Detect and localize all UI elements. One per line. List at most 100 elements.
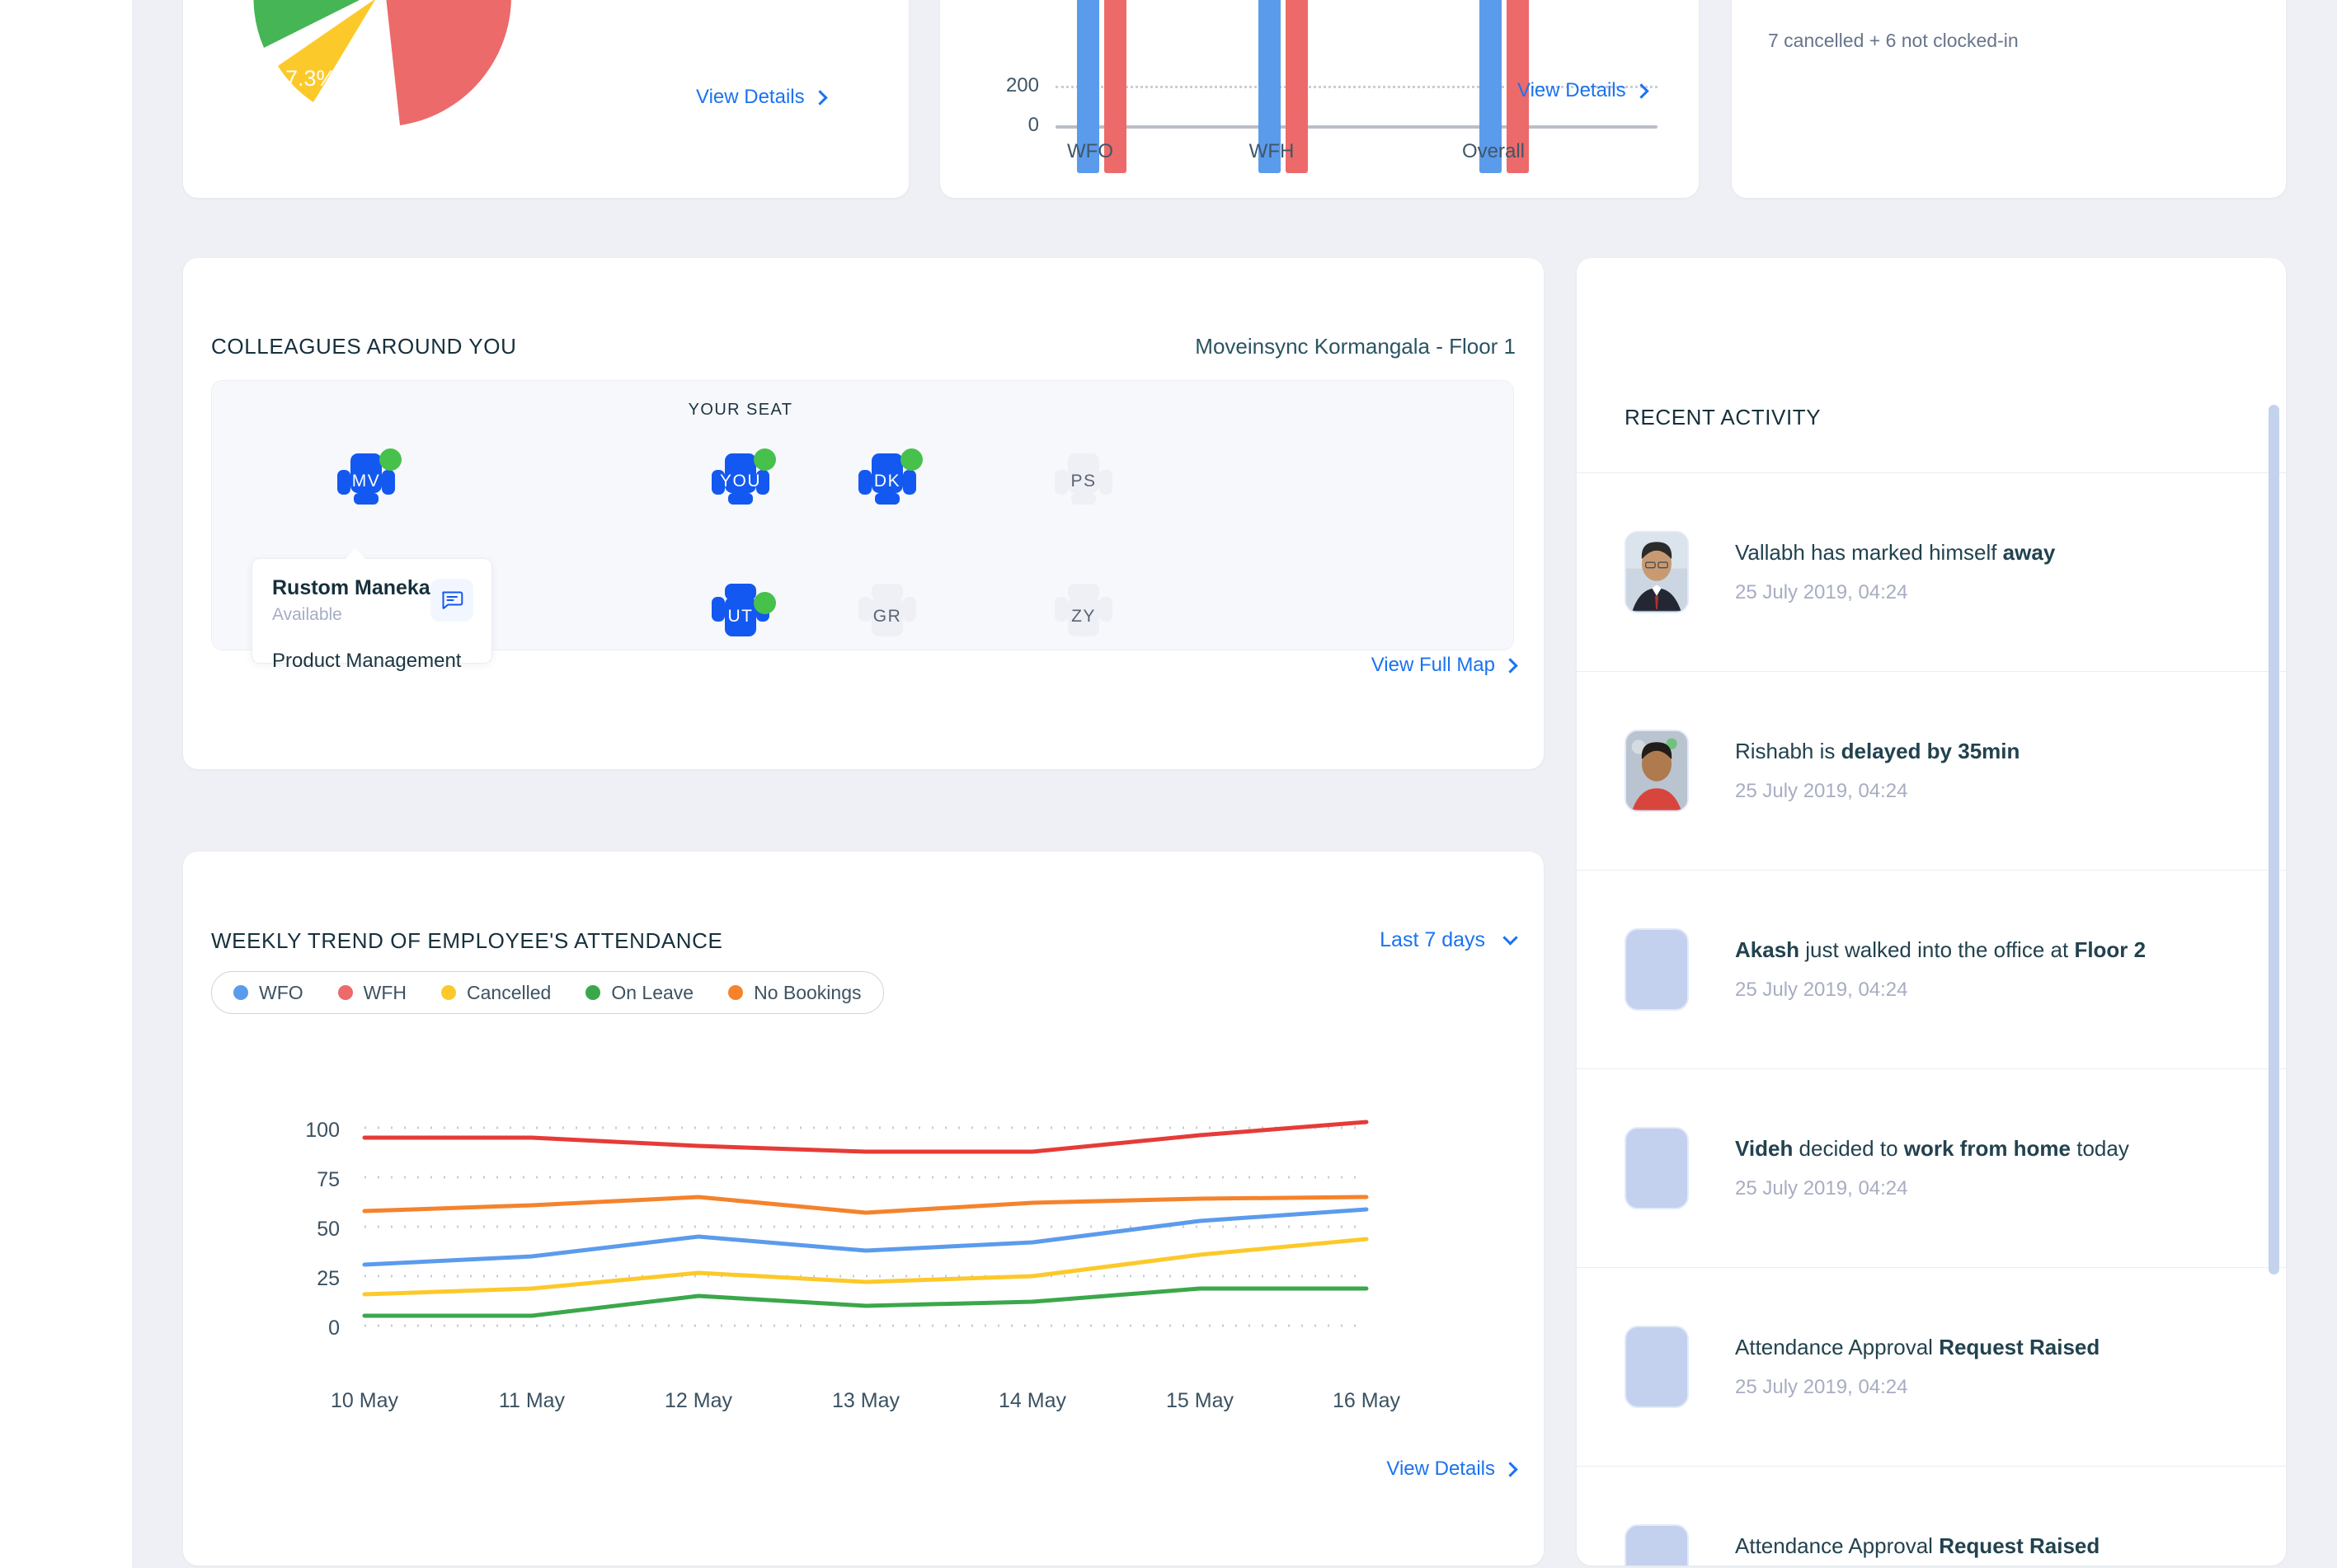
activity-text-part: today	[2071, 1136, 2129, 1161]
attendance-view-details-link[interactable]: View Details	[696, 86, 825, 109]
your-seat-label: YOUR SEAT	[658, 401, 823, 420]
activity-item[interactable]: Rishabh is delayed by 35min 25 July 2019…	[1577, 671, 2286, 870]
chevron-right-icon	[1502, 1462, 1517, 1476]
chat-bubble-icon[interactable]	[430, 579, 473, 622]
legend-item-cancelled[interactable]: Cancelled	[441, 982, 551, 1004]
line-chart-svg	[200, 1049, 1519, 1379]
activity-body: Attendance Approval Request Raised 25 Ju…	[1735, 1335, 2100, 1398]
activity-body: Videh decided to work from home today 25…	[1735, 1136, 2129, 1199]
seat-initials-zy: ZY	[1051, 607, 1116, 627]
view-full-map-label: View Full Map	[1371, 654, 1495, 677]
legend-item-no-bookings[interactable]: No Bookings	[728, 982, 861, 1004]
legend-dot-wfh	[338, 985, 353, 1000]
activity-item[interactable]: Attendance Approval Request Raised 25 Ju…	[1577, 1267, 2286, 1466]
chevron-right-icon	[1502, 658, 1517, 673]
seat-ps[interactable]: PS	[1051, 453, 1116, 514]
activity-text-bold: Request Raised	[1939, 1335, 2100, 1359]
avatar	[1625, 1127, 1689, 1209]
activity-text: Akash just walked into the office at Flo…	[1735, 937, 2146, 963]
legend-item-on-leave[interactable]: On Leave	[585, 982, 694, 1004]
line-xtick-13may: 13 May	[800, 1389, 932, 1413]
seat-initials-mv: MV	[334, 472, 398, 491]
activity-item[interactable]: Akash just walked into the office at Flo…	[1577, 870, 2286, 1068]
avatar	[1625, 730, 1689, 812]
weekly-trend-view-details-label: View Details	[1386, 1458, 1495, 1481]
activity-body: Rishabh is delayed by 35min 25 July 2019…	[1735, 739, 2020, 802]
seat-mv[interactable]: MV	[334, 453, 398, 514]
status-badge-online	[754, 448, 776, 471]
activity-text: Attendance Approval Request Raised	[1735, 1533, 2100, 1559]
activity-text-bold: Floor 2	[2074, 937, 2146, 962]
activity-item[interactable]: Attendance Approval Request Raised 25 Ju…	[1577, 1466, 2286, 1566]
seat-dk[interactable]: DK	[855, 453, 919, 514]
line-xtick-10may: 10 May	[299, 1389, 430, 1413]
seat-zy[interactable]: ZY	[1051, 584, 1116, 645]
activity-text-part: just walked into the office at	[1799, 937, 2074, 962]
weekly-trend-title: WEEKLY TREND OF EMPLOYEE'S ATTENDANCE	[211, 928, 722, 954]
seat-initials-dk: DK	[855, 472, 919, 491]
avatar	[1625, 531, 1689, 613]
seat-initials-gr: GR	[855, 607, 919, 627]
activity-text-part: decided to	[1793, 1136, 1903, 1161]
avatar	[1625, 1524, 1689, 1566]
status-badge-online	[379, 448, 402, 471]
activity-item[interactable]: Vallabh has marked himself away 25 July …	[1577, 472, 2286, 671]
pie-label-wfh: 48.5%	[432, 0, 496, 4]
attendance-pie-chart: 48.5% 7.3%	[233, 0, 529, 190]
activity-text-bold: Akash	[1735, 937, 1799, 962]
pie-svg	[233, 0, 529, 190]
seat-initials-ps: PS	[1051, 472, 1116, 491]
weekly-trend-view-details-link[interactable]: View Details	[1386, 1458, 1516, 1481]
cancelled-summary-card: 13 + 1 since last viewed 7 cancelled + 6…	[1732, 0, 2286, 198]
activity-text-bold: Request Raised	[1939, 1533, 2100, 1558]
activity-text-part: Attendance Approval	[1735, 1533, 1939, 1558]
legend-label-no-bookings: No Bookings	[599, 0, 711, 2]
legend-item-wfh[interactable]: WFH	[338, 982, 407, 1004]
activity-text: Videh decided to work from home today	[1735, 1136, 2129, 1162]
activity-body: Attendance Approval Request Raised 25 Ju…	[1735, 1533, 2100, 1566]
bar-ytick-0: 0	[973, 114, 1039, 137]
legend-label-cancelled: Cancelled	[467, 982, 551, 1004]
seat-map[interactable]: YOUR SEAT MV	[211, 380, 1514, 650]
seat-gr[interactable]: GR	[855, 584, 919, 645]
activity-text-part: Attendance Approval	[1735, 1335, 1939, 1359]
avatar	[1625, 928, 1689, 1011]
line-xtick-15may: 15 May	[1134, 1389, 1266, 1413]
chevron-down-icon	[1502, 930, 1517, 945]
booking-comparison-card: 200 0 WFO WFH Overall	[940, 0, 1699, 198]
avatar-photo-icon	[1626, 731, 1687, 810]
avatar	[1625, 1326, 1689, 1408]
bar-category-wfh: WFH	[1222, 140, 1321, 163]
line-series-cancelled	[364, 1239, 1366, 1294]
activity-timestamp: 25 July 2019, 04:24	[1735, 581, 2055, 604]
activity-text-bold: away	[2003, 540, 2056, 565]
legend-dot-on-leave	[585, 985, 600, 1000]
dashboard-page: 48.5% 7.3% On Leave No Bookings View Det…	[0, 0, 2337, 1568]
legend-item-wfo[interactable]: WFO	[233, 982, 303, 1004]
chevron-right-icon	[812, 90, 827, 105]
chevron-right-icon	[1634, 83, 1648, 98]
activity-item[interactable]: Videh decided to work from home today 25…	[1577, 1068, 2286, 1267]
content-area: 48.5% 7.3% On Leave No Bookings View Det…	[132, 0, 2337, 1568]
activity-text: Attendance Approval Request Raised	[1735, 1335, 2100, 1360]
colleagues-location-label: Moveinsync Kormangala - Floor 1	[1195, 334, 1516, 359]
legend-label-wfh: WFH	[364, 982, 407, 1004]
avatar-photo-icon	[1626, 533, 1687, 611]
colleagues-around-you-card: COLLEAGUES AROUND YOU Moveinsync Kormang…	[183, 258, 1544, 769]
date-range-dropdown[interactable]: Last 7 days	[1380, 928, 1516, 952]
seat-initials-ut: UT	[708, 607, 773, 627]
seat-ut[interactable]: UT	[708, 584, 773, 645]
recent-activity-scrollbar[interactable]	[2269, 405, 2279, 1275]
activity-text-part: Vallabh has marked himself	[1735, 540, 2003, 565]
line-xtick-11may: 11 May	[466, 1389, 598, 1413]
seat-you[interactable]: YOU	[708, 453, 773, 514]
legend-dot-no-bookings	[728, 985, 743, 1000]
line-series-wfo	[364, 1209, 1366, 1265]
bar-category-wfo: WFO	[1041, 140, 1140, 163]
activity-body: Akash just walked into the office at Flo…	[1735, 937, 2146, 1001]
legend-item-no-bookings: No Bookings	[571, 0, 711, 2]
recent-activity-title: RECENT ACTIVITY	[1625, 405, 1821, 430]
view-full-map-link[interactable]: View Full Map	[1371, 654, 1516, 677]
legend-dot-wfo	[233, 985, 248, 1000]
booking-view-details-link[interactable]: View Details	[1517, 79, 1647, 102]
